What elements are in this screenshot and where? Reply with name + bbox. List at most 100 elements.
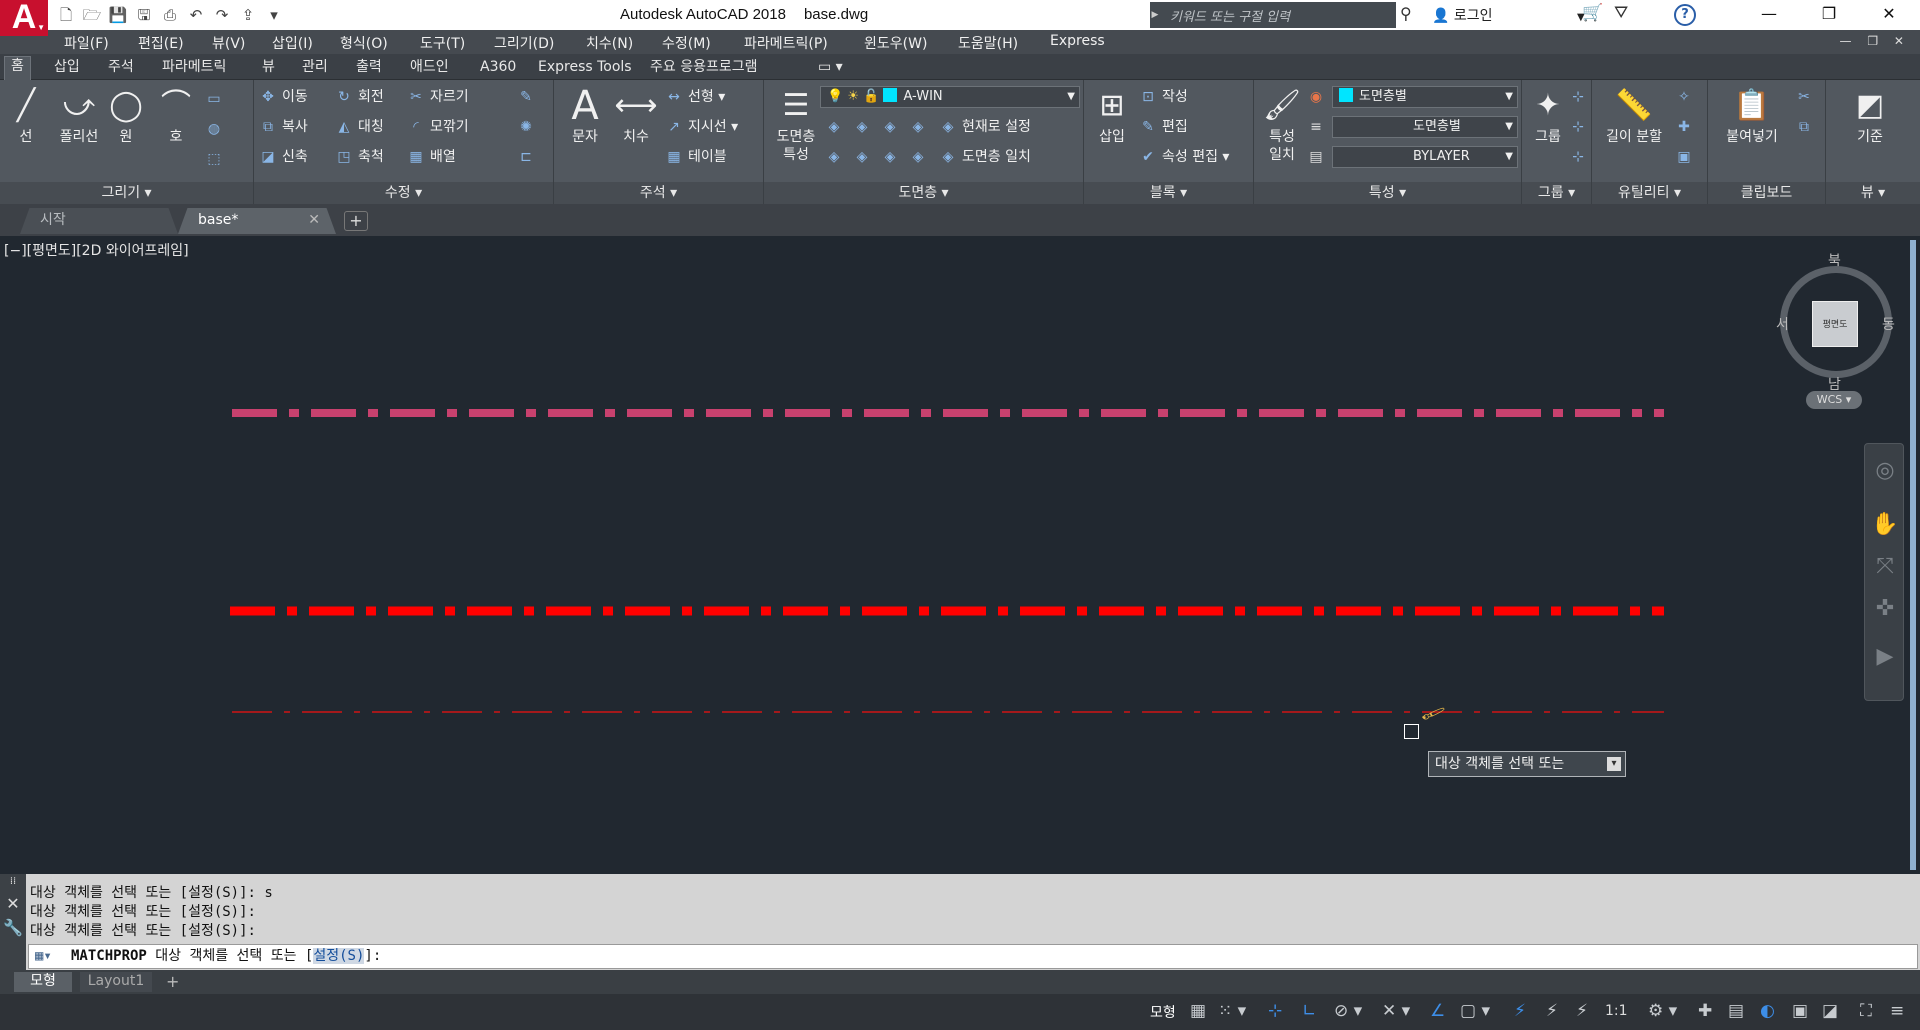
rotate-button[interactable]: ↻ 회전 — [334, 86, 384, 108]
file-tab-document[interactable]: base* ✕ — [178, 208, 336, 234]
layers-panel-title[interactable]: 도면층 ▾ — [764, 182, 1083, 204]
stretch-button[interactable]: ◪ 신축 — [258, 146, 307, 168]
undo-icon[interactable]: ↶ — [186, 5, 206, 25]
lineweight-dropdown[interactable]: BYLAYER ▼ — [1332, 146, 1518, 168]
circle-button[interactable]: ◯ 원 — [106, 86, 146, 146]
layer-unisolate-button[interactable]: ◈ — [852, 146, 876, 168]
help-icon[interactable]: ? — [1674, 4, 1696, 26]
leader-button[interactable]: ↗ 지시선 ▾ — [664, 116, 738, 138]
tab-annotate[interactable]: 주석 — [102, 58, 140, 80]
model-space-toggle[interactable]: 모형 — [1150, 1002, 1176, 1022]
share-icon[interactable]: ⇪ — [238, 5, 258, 25]
scale-button[interactable]: ◳ 축척 — [334, 146, 383, 168]
polyline-button[interactable]: ⤻ 폴리선 — [50, 86, 108, 146]
menu-help[interactable]: 도움말(H) — [958, 33, 1018, 53]
close-icon[interactable]: ✕ — [0, 894, 26, 913]
tab-output[interactable]: 출력 — [350, 58, 388, 80]
group-edit-icon[interactable]: ⊹ — [1568, 116, 1592, 138]
block-panel-title[interactable]: 블록 ▾ — [1084, 182, 1253, 204]
annotation-panel-title[interactable]: 주석 ▾ — [554, 182, 763, 204]
tab-parametric[interactable]: 파라메트릭 — [156, 58, 232, 80]
layout-tab-model[interactable]: 모형 — [14, 972, 72, 992]
compass-north[interactable]: 북 — [1828, 250, 1841, 270]
measure-button[interactable]: 📏 길이 분할 — [1598, 86, 1670, 146]
redo-icon[interactable]: ↷ — [212, 5, 232, 25]
edit-attributes-button[interactable]: ✔ 속성 편집 ▾ — [1138, 146, 1229, 168]
linetype-dropdown[interactable]: 도면층별 ▼ — [1332, 116, 1518, 138]
annotation-monitor-icon[interactable]: ✚ — [1698, 1001, 1712, 1021]
tab-addins[interactable]: 애드인 — [404, 58, 455, 80]
ribbon-display-toggle-icon[interactable]: ▭ ▾ — [812, 58, 849, 80]
match-layer-button[interactable]: ◈ 도면층 일치 — [938, 146, 1031, 168]
menu-edit[interactable]: 편집(E) — [138, 33, 184, 53]
rectangle-button[interactable]: ▭ — [204, 88, 228, 110]
clipboard-panel-title[interactable]: 클립보드 — [1708, 182, 1825, 204]
file-tab-start[interactable]: 시작 — [20, 208, 178, 234]
text-button[interactable]: A 문자 — [562, 86, 608, 146]
menu-parametric[interactable]: 파라메트릭(P) — [744, 33, 828, 53]
new-tab-button[interactable]: + — [344, 211, 368, 231]
menu-format[interactable]: 형식(O) — [340, 33, 388, 53]
tab-express-tools[interactable]: Express Tools — [532, 58, 638, 80]
modify-panel-title[interactable]: 수정 ▾ — [254, 182, 553, 204]
menu-view[interactable]: 뷰(V) — [212, 33, 245, 53]
mirror-button[interactable]: ◭ 대칭 — [334, 116, 384, 138]
edit-block-button[interactable]: ✎ 편집 — [1138, 116, 1188, 138]
isodraft-icon[interactable]: ✕ ▾ — [1382, 1001, 1410, 1021]
vertical-scrollbar[interactable] — [1910, 240, 1916, 870]
snap-icon[interactable]: ⁙ ▾ — [1218, 1001, 1246, 1021]
tab-view[interactable]: 뷰 — [256, 58, 281, 80]
document-window-controls[interactable]: — ❐ ✕ — [1840, 34, 1910, 48]
linear-dimension-button[interactable]: ↔ 선형 ▾ — [664, 86, 725, 108]
offset-button[interactable]: ⊏ — [516, 146, 540, 168]
trim-button[interactable]: ✂ 자르기 — [406, 86, 469, 108]
infer-constraints-icon[interactable]: ⊹ — [1268, 1001, 1282, 1021]
grid-icon[interactable]: ▦ — [1190, 1001, 1206, 1021]
drawing-canvas[interactable]: [−][평면도][2D 와이어프레임] 북 남 서 동 평면도 WCS ▾ ◎ … — [0, 236, 1920, 874]
layer-off-button[interactable]: ◈ — [824, 116, 848, 138]
ungroup-icon[interactable]: ⊹ — [1568, 86, 1592, 108]
menu-insert[interactable]: 삽입(I) — [272, 33, 313, 53]
command-input[interactable]: ▦▾ MATCHPROP 대상 객체를 선택 또는 [설정(S)]: — [28, 944, 1918, 969]
move-button[interactable]: ✥ 이동 — [258, 86, 308, 108]
view-panel-title[interactable]: 뷰 ▾ — [1826, 182, 1920, 204]
object-snap-icon[interactable]: ▢ ▾ — [1460, 1001, 1490, 1021]
zoom-extents-icon[interactable]: ⤧ — [1865, 554, 1905, 579]
pan-hand-icon[interactable]: ✋ — [1865, 512, 1905, 537]
menu-draw[interactable]: 그리기(D) — [494, 33, 554, 53]
lineweight-icon[interactable]: ≡ — [1306, 116, 1330, 138]
copy-button[interactable]: ⧉ 복사 — [258, 116, 308, 138]
customize-toolbar-icon[interactable]: ▾ — [264, 5, 284, 25]
layer-isolate-button[interactable]: ◈ — [852, 116, 876, 138]
tab-manage[interactable]: 관리 — [296, 58, 334, 80]
annotation-visibility-icon[interactable]: ⚡ — [1514, 1001, 1526, 1021]
search-input[interactable]: 키워드 또는 구절 입력 — [1160, 2, 1396, 28]
search-expand-icon[interactable]: ▶ — [1150, 2, 1160, 28]
binoculars-icon[interactable]: ⚲ — [1400, 4, 1412, 23]
quick-properties-icon[interactable]: ◐ — [1760, 1001, 1775, 1021]
ortho-icon[interactable]: ∟ — [1302, 1001, 1316, 1021]
layer-dropdown[interactable]: 💡 ☀ 🔓 A-WIN ▼ — [820, 86, 1080, 108]
menu-window[interactable]: 윈도우(W) — [864, 33, 927, 53]
compass-east[interactable]: 동 — [1882, 314, 1895, 334]
insert-block-button[interactable]: ⊞ 삽입 — [1088, 86, 1136, 146]
properties-panel-title[interactable]: 특성 ▾ — [1254, 182, 1521, 204]
layer-unlock-button[interactable]: ◈ — [908, 146, 932, 168]
auto-scale-icon[interactable]: ⚡ — [1546, 1001, 1558, 1021]
match-properties-button[interactable]: 🖌 특성 일치 — [1258, 86, 1306, 164]
clean-screen-icon[interactable]: ⛶ — [1860, 1001, 1872, 1021]
quick-select-icon[interactable]: ✧ — [1674, 86, 1698, 108]
steering-wheel-icon[interactable]: ◎ — [1865, 458, 1905, 483]
layer-properties-button[interactable]: ☰ 도면층 특성 — [768, 86, 824, 164]
table-button[interactable]: ▦ 테이블 — [664, 146, 726, 168]
create-block-button[interactable]: ⊡ 작성 — [1138, 86, 1188, 108]
units-icon[interactable]: ▤ — [1728, 1001, 1744, 1021]
group-select-icon[interactable]: ⊹ — [1568, 146, 1592, 168]
paste-button[interactable]: 📋 붙여넣기 — [1714, 86, 1790, 146]
erase-button[interactable]: ✎ — [516, 86, 540, 108]
close-window-button[interactable]: ✕ — [1860, 0, 1918, 30]
compass-west[interactable]: 서 — [1776, 314, 1789, 334]
print-icon[interactable]: ⎙ — [160, 5, 180, 25]
lock-ui-icon[interactable]: ▣ — [1792, 1001, 1808, 1021]
color-dropdown[interactable]: 도면층별 ▼ — [1332, 86, 1518, 108]
